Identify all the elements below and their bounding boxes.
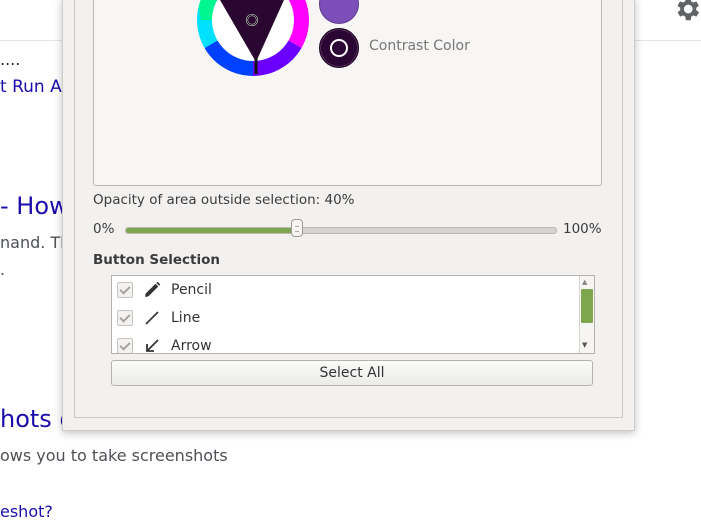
contrast-color-label: Contrast Color bbox=[369, 38, 470, 54]
button-selection-heading: Button Selection bbox=[93, 252, 221, 268]
primary-color-swatch[interactable] bbox=[319, 0, 359, 24]
line-checkbox[interactable] bbox=[117, 310, 133, 326]
bg-text-line: .... bbox=[0, 50, 21, 69]
button-selection-list[interactable]: Pencil Line Arrow ▲ ▼ bbox=[111, 275, 595, 354]
pencil-icon bbox=[145, 281, 161, 297]
list-item-line[interactable]: Line bbox=[112, 304, 578, 332]
bg-result-link[interactable]: eshot? bbox=[0, 502, 53, 521]
opacity-label: Opacity of area outside selection: 40% bbox=[93, 192, 355, 208]
list-item-arrow[interactable]: Arrow bbox=[112, 332, 578, 354]
scroll-up-arrow-icon[interactable]: ▲ bbox=[582, 278, 587, 286]
settings-dialog: Contrast Color Opacity of area outside s… bbox=[62, 0, 635, 431]
opacity-min-label: 0% bbox=[93, 221, 115, 237]
scrollbar-thumb[interactable] bbox=[581, 289, 593, 323]
scroll-down-arrow-icon[interactable]: ▼ bbox=[582, 341, 587, 349]
bg-snippet: . bbox=[0, 260, 6, 279]
gear-icon[interactable] bbox=[672, 0, 701, 24]
opacity-slider-track[interactable] bbox=[125, 227, 557, 234]
opacity-slider-handle[interactable] bbox=[291, 219, 303, 237]
bg-snippet: nand. Th bbox=[0, 233, 71, 252]
bg-result-link[interactable]: t Run Ar bbox=[0, 77, 69, 97]
list-scrollbar[interactable]: ▲ ▼ bbox=[579, 276, 594, 353]
list-item-label: Pencil bbox=[171, 282, 212, 298]
list-item-label: Line bbox=[171, 310, 201, 326]
bg-snippet: ows you to take screenshots bbox=[0, 446, 228, 465]
contrast-color-swatch[interactable] bbox=[319, 28, 359, 68]
select-all-button[interactable]: Select All bbox=[111, 360, 593, 386]
opacity-slider-fill bbox=[126, 228, 298, 233]
arrow-checkbox[interactable] bbox=[117, 338, 133, 353]
list-item-label: Arrow bbox=[171, 338, 212, 354]
bg-result-heading[interactable]: - How bbox=[0, 192, 69, 220]
color-picker-panel: Contrast Color bbox=[93, 0, 602, 186]
list-item-pencil[interactable]: Pencil bbox=[112, 276, 578, 304]
color-wheel[interactable] bbox=[196, 0, 310, 78]
line-icon bbox=[145, 311, 159, 325]
pencil-checkbox[interactable] bbox=[117, 282, 133, 298]
opacity-max-label: 100% bbox=[563, 221, 602, 237]
arrow-icon bbox=[146, 339, 159, 352]
